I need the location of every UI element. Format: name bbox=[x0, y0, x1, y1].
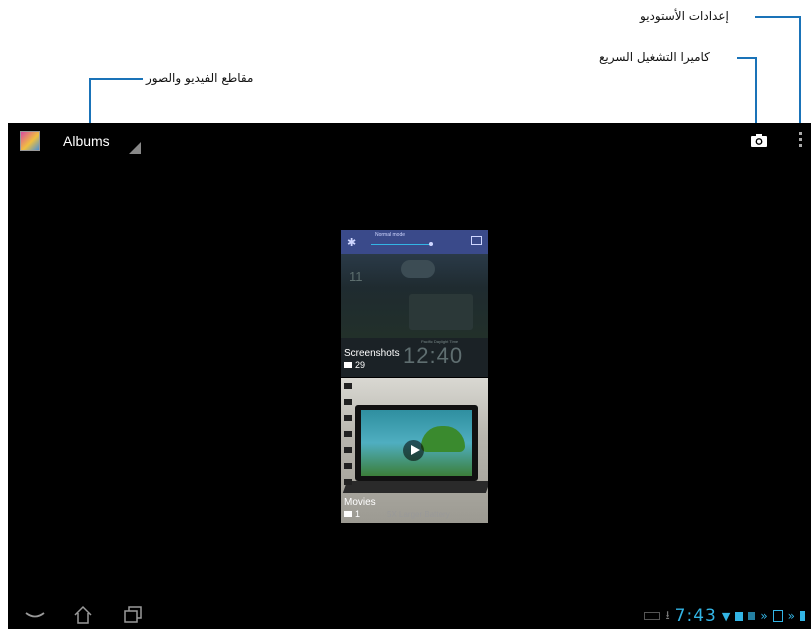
callout-line-camera-v bbox=[755, 57, 757, 123]
recent-apps-icon[interactable] bbox=[122, 605, 144, 625]
callout-videos-photos: مقاطع الفيديو والصور bbox=[146, 71, 254, 85]
album-count-screenshots: 29 bbox=[344, 360, 365, 370]
overflow-menu-icon[interactable] bbox=[797, 132, 803, 150]
album-label-screenshots: Screenshots bbox=[344, 348, 400, 359]
folder-icon bbox=[344, 362, 352, 368]
callout-studio-settings: إعدادات الأستوديو bbox=[640, 9, 729, 23]
callout-line-camera-h bbox=[737, 57, 757, 59]
sd-card-icon bbox=[748, 612, 756, 620]
home-icon[interactable] bbox=[72, 605, 94, 625]
brightness-icon: ✱ bbox=[347, 236, 357, 249]
callout-line-studio-h bbox=[755, 16, 801, 18]
callout-line-studio-v bbox=[799, 16, 801, 123]
folder-icon bbox=[344, 511, 352, 517]
count-text: 29 bbox=[355, 360, 366, 370]
callout-quick-camera: كاميرا التشغيل السريع bbox=[599, 50, 710, 64]
album-screenshots[interactable]: ✱ Normal mode 11 Pacific Daylight Time 1… bbox=[341, 230, 488, 377]
callout-line-videos-h bbox=[89, 78, 143, 80]
callout-line-videos-v bbox=[89, 78, 91, 123]
album-movies[interactable]: 5X Larger Battery Movies 1 bbox=[341, 378, 488, 523]
usb-icon bbox=[772, 610, 783, 622]
action-bar: Albums bbox=[8, 123, 811, 159]
albums-dropdown-label[interactable]: Albums bbox=[63, 133, 110, 149]
camera-icon[interactable] bbox=[751, 134, 767, 147]
gallery-icon[interactable] bbox=[20, 131, 40, 151]
status-clock: 7:43 bbox=[674, 606, 717, 626]
thumb-quicksettings-bar: ✱ Normal mode bbox=[341, 230, 488, 254]
play-icon[interactable] bbox=[403, 440, 424, 461]
brightness-slider bbox=[371, 244, 433, 245]
status-area[interactable]: ⭳ 7:43 ▼ » » bbox=[644, 606, 805, 626]
thumb-mode-text: Normal mode bbox=[375, 232, 406, 238]
signal-icon bbox=[735, 611, 744, 621]
thumb-cloud bbox=[401, 260, 435, 278]
chevron-icon: » bbox=[760, 609, 768, 623]
album-count-movies: 1 bbox=[344, 509, 360, 519]
system-nav-bar: ⭳ 7:43 ▼ » » bbox=[8, 601, 811, 629]
thumb-film-strip bbox=[344, 383, 352, 493]
download-icon: ⭳ bbox=[665, 607, 670, 622]
thumb-keyboard-dock bbox=[342, 481, 488, 493]
battery-icon bbox=[800, 611, 805, 621]
keyboard-icon bbox=[644, 612, 661, 620]
thumb-panel bbox=[409, 294, 473, 330]
dropdown-arrow-icon[interactable] bbox=[129, 142, 141, 154]
thumb-temp: 11 bbox=[349, 269, 363, 284]
chevron-icon-2: » bbox=[787, 609, 795, 623]
thumb-time: 12:40 bbox=[403, 343, 464, 368]
album-label-movies: Movies bbox=[344, 497, 376, 508]
settings-icon bbox=[471, 236, 482, 245]
brightness-slider-thumb bbox=[429, 242, 433, 246]
thumb-weather-area: 11 bbox=[341, 254, 488, 338]
wifi-icon: ▼ bbox=[721, 609, 731, 623]
tablet-screen: Albums ✱ Normal mode 11 Pacific Daylight… bbox=[8, 123, 811, 629]
thumb-caption: 5X Larger Battery bbox=[387, 510, 450, 519]
count-text: 1 bbox=[355, 509, 361, 519]
back-icon[interactable] bbox=[24, 605, 46, 625]
